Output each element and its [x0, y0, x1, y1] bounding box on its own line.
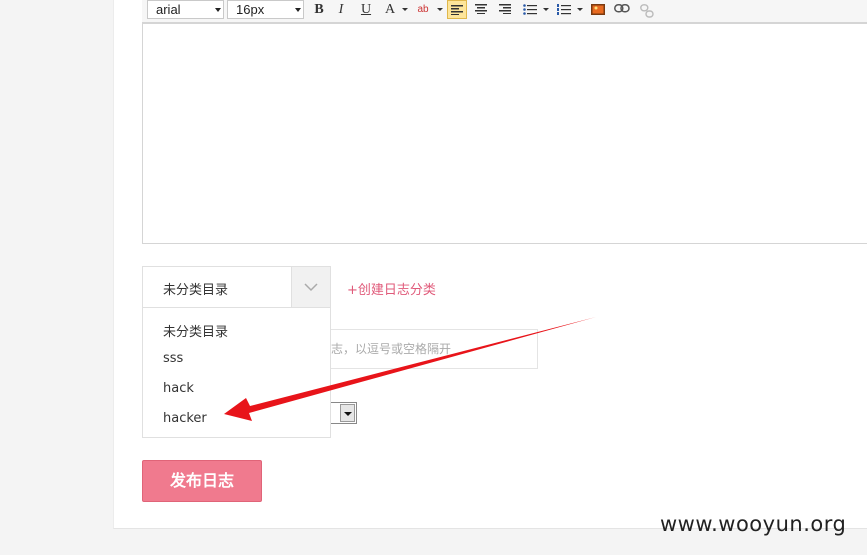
annotation-arrow [224, 317, 596, 421]
